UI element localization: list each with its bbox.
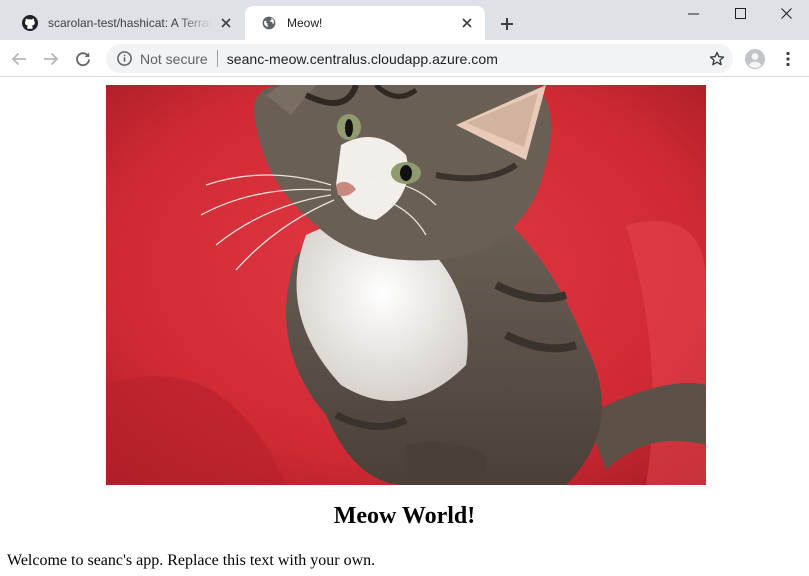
bookmark-star-icon[interactable] <box>708 50 725 67</box>
tab-title: Meow! <box>287 16 323 30</box>
minimize-button[interactable] <box>670 0 716 26</box>
url-text[interactable]: seanc-meow.centralus.cloudapp.azure.com <box>227 51 498 67</box>
page-heading: Meow World! <box>333 503 476 529</box>
divider <box>216 50 218 67</box>
tab-meow[interactable]: Meow! <box>245 6 485 40</box>
page-content: Meow World! Welcome to seanc's app. Repl… <box>0 77 809 576</box>
back-button[interactable] <box>5 45 33 73</box>
page-paragraph: Welcome to seanc's app. Replace this tex… <box>7 552 376 569</box>
profile-avatar-icon[interactable] <box>745 49 765 69</box>
address-bar[interactable]: Not secure seanc-meow.centralus.cloudapp… <box>106 44 733 73</box>
forward-button[interactable] <box>37 45 65 73</box>
github-icon <box>22 15 38 31</box>
tab-github[interactable]: scarolan-test/hashicat: A Terraform <box>6 6 244 40</box>
info-icon[interactable] <box>116 51 132 67</box>
close-tab-icon[interactable] <box>218 15 234 31</box>
kitten-photo <box>106 85 706 485</box>
security-status: Not secure <box>140 50 208 67</box>
close-window-button[interactable] <box>763 0 809 26</box>
maximize-button[interactable] <box>717 0 763 26</box>
close-tab-icon[interactable] <box>459 15 475 31</box>
kebab-menu-icon[interactable] <box>778 49 798 69</box>
browser-toolbar: Not secure seanc-meow.centralus.cloudapp… <box>0 40 809 77</box>
tab-strip: scarolan-test/hashicat: A Terraform Meow… <box>0 0 809 40</box>
tab-title: scarolan-test/hashicat: A Terraform <box>48 16 212 30</box>
globe-icon <box>261 15 277 31</box>
new-tab-button[interactable] <box>495 12 519 36</box>
reload-button[interactable] <box>69 45 97 73</box>
